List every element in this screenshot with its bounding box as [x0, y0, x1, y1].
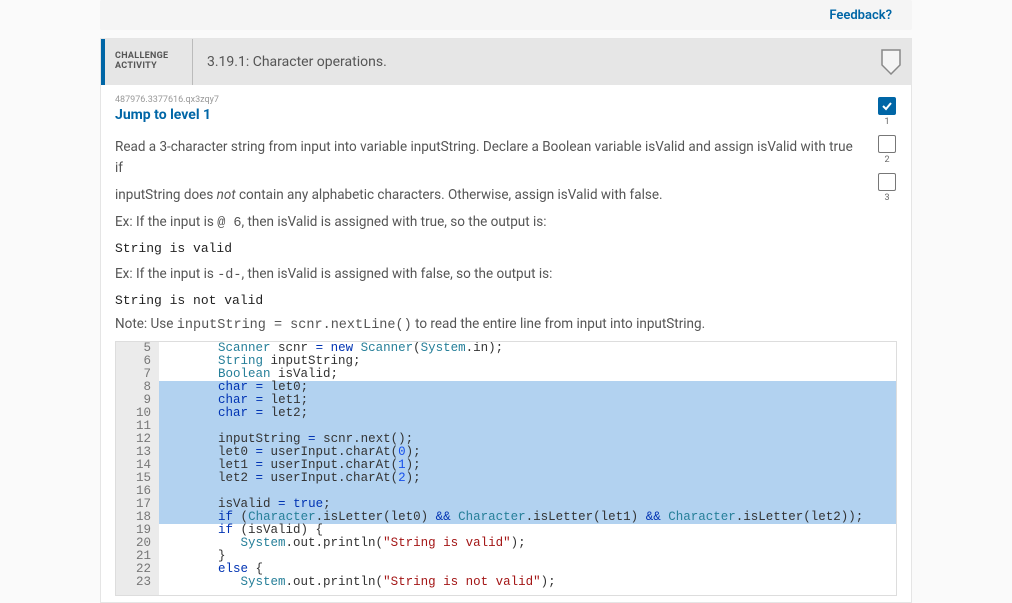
content-hash: 487976.3377616.qx3zqy7 — [115, 95, 897, 105]
prompt-text: inputString does — [115, 187, 217, 203]
prompt-emphasis: not — [217, 187, 236, 203]
level-progress-column: 1 2 3 — [875, 97, 899, 209]
code-scroll-area[interactable]: 567891011121314151617181920212223 Scanne… — [116, 342, 896, 595]
check-icon — [881, 100, 893, 112]
prompt-text: contain any alphabetic characters. Other… — [236, 187, 663, 203]
code-content[interactable]: Scanner scnr = new Scanner(System.in); S… — [159, 342, 896, 595]
level-num-1: 1 — [884, 117, 889, 127]
example-1-line: Ex: If the input is @ 6, then isValid is… — [115, 212, 897, 235]
prompt-line-2: inputString does not contain any alphabe… — [115, 185, 897, 206]
example-text: Ex: If the input is — [115, 266, 217, 282]
example-text: , then isValid is assigned with true, so… — [242, 214, 547, 230]
level-num-3: 3 — [884, 193, 889, 203]
example-text: Ex: If the input is — [115, 214, 217, 230]
shield-icon — [881, 49, 901, 75]
code-editor[interactable]: 567891011121314151617181920212223 Scanne… — [115, 341, 897, 596]
activity-title: 3.19.1: Character operations. — [193, 39, 871, 85]
line-gutter: 567891011121314151617181920212223 — [116, 342, 159, 595]
level-num-2: 2 — [884, 155, 889, 165]
activity-type-badge: CHALLENGE ACTIVITY — [105, 39, 193, 85]
note-code: inputString = scnr.nextLine() — [177, 318, 412, 333]
badge-line-2: ACTIVITY — [115, 62, 192, 72]
feedback-link[interactable]: Feedback? — [829, 8, 892, 23]
completion-shield — [871, 39, 911, 85]
level-box-3[interactable] — [878, 173, 896, 191]
activity-container: CHALLENGE ACTIVITY 3.19.1: Character ope… — [100, 38, 912, 603]
example-code: @ 6 — [217, 216, 241, 231]
level-box-2[interactable] — [878, 135, 896, 153]
example-text: , then isValid is assigned with false, s… — [242, 266, 553, 282]
note-text: to read the entire line from input into … — [412, 316, 705, 332]
activity-header: CHALLENGE ACTIVITY 3.19.1: Character ope… — [101, 39, 911, 85]
example-1-output: String is valid — [115, 241, 897, 256]
level-box-1[interactable] — [878, 97, 896, 115]
activity-body: 487976.3377616.qx3zqy7 Jump to level 1 1… — [101, 85, 911, 602]
example-code: -d- — [217, 268, 241, 283]
note-line: Note: Use inputString = scnr.nextLine() … — [115, 316, 897, 333]
feedback-bar: Feedback? — [100, 0, 912, 30]
prompt-line-1: Read a 3-character string from input int… — [115, 137, 897, 179]
jump-to-level-link[interactable]: Jump to level 1 — [115, 107, 211, 123]
example-2-output: String is not valid — [115, 293, 897, 308]
example-2-line: Ex: If the input is -d-, then isValid is… — [115, 264, 897, 287]
note-text: Note: Use — [115, 316, 177, 332]
